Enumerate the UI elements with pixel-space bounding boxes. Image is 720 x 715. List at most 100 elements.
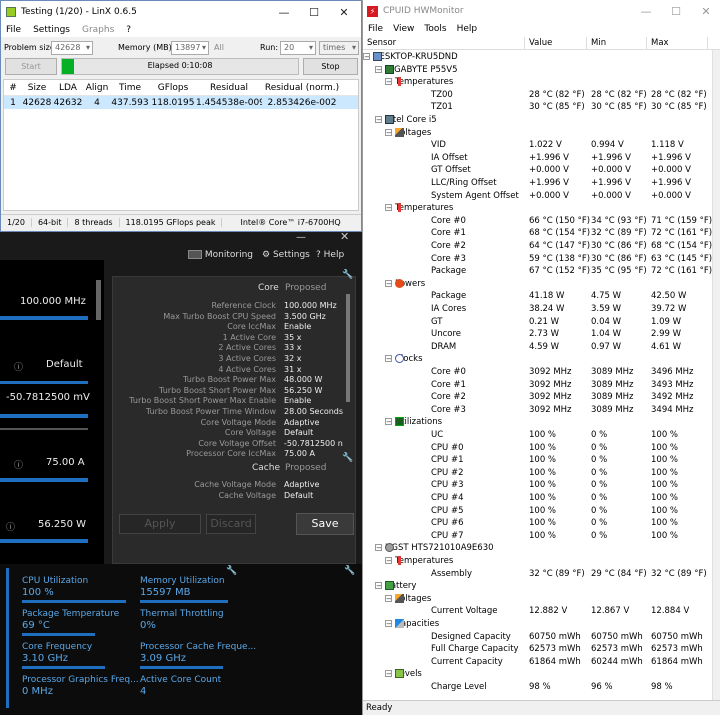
menu-file[interactable]: File	[6, 25, 21, 35]
expand-toggle[interactable]: −	[375, 65, 382, 73]
sensor-row[interactable]: Core #0 66 °C (150 °F) 34 °C (93 °F) 71 °C …	[363, 216, 720, 229]
sensor-row[interactable]: VID 1.022 V 0.994 V 1.118 V	[363, 140, 720, 153]
close-icon[interactable]: ✕	[329, 1, 359, 23]
expand-toggle[interactable]: −	[385, 78, 392, 86]
expand-toggle[interactable]: −	[385, 279, 392, 287]
tree-node[interactable]: − Capacities	[363, 619, 720, 632]
minimize-icon[interactable]: —	[269, 1, 299, 23]
table-row[interactable]: 1 42628 42632 4 437.593 118.0195 1.454538e-009…	[4, 96, 358, 109]
sensor-row[interactable]: Package 67 °C (152 °F) 35 °C (95 °F) 72 °C …	[363, 266, 720, 279]
xtu-minimize-icon[interactable]: —	[296, 232, 314, 244]
sensor-row[interactable]: Core #3 59 °C (138 °F) 30 °C (86 °F) 63 °C …	[363, 254, 720, 267]
expand-toggle[interactable]: −	[385, 355, 392, 363]
sensor-row[interactable]: Designed Capacity 60750 mWh 60750 mWh 60750…	[363, 632, 720, 645]
monitoring-tab[interactable]: Monitoring	[188, 250, 253, 260]
core-scrollbar[interactable]	[346, 294, 350, 402]
expand-toggle[interactable]: −	[385, 594, 392, 602]
column-header[interactable]: Size	[22, 83, 52, 93]
sensor-row[interactable]: Core #2 64 °C (147 °F) 30 °C (86 °F) 68 °C …	[363, 241, 720, 254]
tree-node[interactable]: − Battery	[363, 581, 720, 594]
sensor-row[interactable]: CPU #6 100 % 0 % 100 %	[363, 518, 720, 531]
tree-node[interactable]: − HGST HTS721010A9E630	[363, 543, 720, 556]
sensor-row[interactable]: Package 41.18 W 4.75 W 42.50 W	[363, 291, 720, 304]
times-combo[interactable]: times	[319, 41, 359, 55]
sensor-row[interactable]: Uncore 2.73 W 1.04 W 2.99 W	[363, 329, 720, 342]
monitor-wrench-icon[interactable]: 🔧	[344, 566, 355, 576]
menu-help[interactable]: Help	[457, 24, 478, 34]
expand-toggle[interactable]: −	[385, 128, 392, 136]
settings-tab[interactable]: ⚙ Settings	[262, 250, 310, 260]
maximize-icon[interactable]: ☐	[661, 0, 691, 22]
sensor-row[interactable]: Current Capacity 61864 mWh 60244 mWh 61864 …	[363, 657, 720, 670]
column-header[interactable]: GFlops	[150, 83, 196, 93]
core-iccmax-slider[interactable]	[0, 478, 88, 482]
sensor-row[interactable]: CPU #4 100 % 0 % 100 %	[363, 493, 720, 506]
sensor-row[interactable]: CPU #2 100 % 0 % 100 %	[363, 468, 720, 481]
sensor-row[interactable]: CPU #1 100 % 0 % 100 %	[363, 455, 720, 468]
col-value[interactable]: Value	[529, 38, 552, 48]
menu-view[interactable]: View	[393, 24, 414, 34]
tree-node[interactable]: − Intel Core i5	[363, 115, 720, 128]
sensor-row[interactable]: TZ00 28 °C (82 °F) 28 °C (82 °F) 28 °C (82 …	[363, 90, 720, 103]
tree-node[interactable]: − Levels	[363, 669, 720, 682]
stop-button[interactable]: Stop	[303, 58, 358, 75]
core-voltage-slider[interactable]	[0, 381, 88, 384]
sensor-row[interactable]: Core #1 3092 MHz 3089 MHz 3493 MHz	[363, 380, 720, 393]
tree-node[interactable]: − Temperatures	[363, 203, 720, 216]
sensor-row[interactable]: IA Cores 38.24 W 3.59 W 39.72 W	[363, 304, 720, 317]
sensor-row[interactable]: CPU #0 100 % 0 % 100 %	[363, 443, 720, 456]
sensor-row[interactable]: Charge Level 98 % 96 % 98 %	[363, 682, 720, 695]
sensor-row[interactable]: IA Offset +1.996 V +1.996 V +1.996 V	[363, 153, 720, 166]
column-header[interactable]: #	[4, 83, 22, 93]
column-header[interactable]: Align	[84, 83, 110, 93]
expand-toggle[interactable]: −	[363, 53, 370, 61]
xtu-left-scrollbar[interactable]	[96, 280, 101, 320]
col-max[interactable]: Max	[651, 38, 669, 48]
memory-combo[interactable]: 13897	[171, 41, 209, 55]
close-icon[interactable]: ✕	[691, 0, 720, 22]
sensor-row[interactable]: Core #1 68 °C (154 °F) 32 °C (89 °F) 72 °C …	[363, 228, 720, 241]
expand-toggle[interactable]: −	[385, 204, 392, 212]
run-combo[interactable]: 20	[280, 41, 316, 55]
tree-node[interactable]: − GIGABYTE P55V5	[363, 64, 720, 78]
reference-clock-slider[interactable]	[0, 316, 88, 320]
maximize-icon[interactable]: ☐	[299, 1, 329, 23]
sensor-row[interactable]: Core #2 3092 MHz 3089 MHz 3492 MHz	[363, 392, 720, 405]
tree-node[interactable]: − Temperatures	[363, 556, 720, 569]
expand-toggle[interactable]: −	[385, 670, 392, 678]
sensor-row[interactable]: Core #0 3092 MHz 3089 MHz 3496 MHz	[363, 367, 720, 380]
start-button[interactable]: Start	[5, 58, 57, 75]
column-header[interactable]: Time	[110, 83, 150, 93]
sensor-row[interactable]: Current Voltage 12.882 V 12.867 V 12.884 V	[363, 606, 720, 619]
sensor-row[interactable]: Assembly 32 °C (89 °F) 29 °C (84 °F) 32 °C …	[363, 569, 720, 582]
sensor-row[interactable]: CPU #5 100 % 0 % 100 %	[363, 506, 720, 519]
sensor-row[interactable]: UC 100 % 0 % 100 %	[363, 430, 720, 443]
expand-toggle[interactable]: −	[375, 582, 382, 590]
sensor-row[interactable]: GT 0.21 W 0.04 W 1.09 W	[363, 317, 720, 330]
sensor-row[interactable]: CPU #7 100 % 0 % 100 %	[363, 531, 720, 544]
col-min[interactable]: Min	[591, 38, 606, 48]
problem-size-combo[interactable]: 42628	[51, 41, 93, 55]
menu-help[interactable]: ?	[126, 25, 131, 35]
expand-toggle[interactable]: −	[375, 544, 382, 552]
sensor-row[interactable]: Core #3 3092 MHz 3089 MHz 3494 MHz	[363, 405, 720, 418]
tree-node[interactable]: − Clocks	[363, 354, 720, 367]
tree-node[interactable]: − DESKTOP-KRU5DND	[363, 52, 720, 65]
column-header[interactable]: LDA	[52, 83, 84, 93]
sensor-row[interactable]: LLC/Ring Offset +1.996 V +1.996 V +1.996 V	[363, 178, 720, 191]
column-header[interactable]: Residual	[196, 83, 262, 93]
panel-wrench-icon[interactable]: 🔧	[342, 270, 353, 280]
sensor-row[interactable]: Full Charge Capacity 62573 mWh 62573 mWh 62…	[363, 644, 720, 657]
menu-settings[interactable]: Settings	[33, 25, 70, 35]
tree-node[interactable]: − Voltages	[363, 127, 720, 141]
discard-button[interactable]: Discard	[206, 514, 256, 534]
sensor-row[interactable]: CPU #3 100 % 0 % 100 %	[363, 480, 720, 493]
all-checkbox-label[interactable]: All	[214, 43, 224, 52]
voltage-offset-slider[interactable]	[0, 414, 88, 418]
save-button[interactable]: Save	[296, 513, 354, 535]
expand-toggle[interactable]: −	[375, 116, 382, 124]
cache-wrench-icon[interactable]: 🔧	[342, 453, 353, 463]
expand-toggle[interactable]: −	[385, 620, 392, 628]
tree-node[interactable]: − Utilizations	[363, 417, 720, 430]
apply-button[interactable]: Apply	[119, 514, 201, 534]
